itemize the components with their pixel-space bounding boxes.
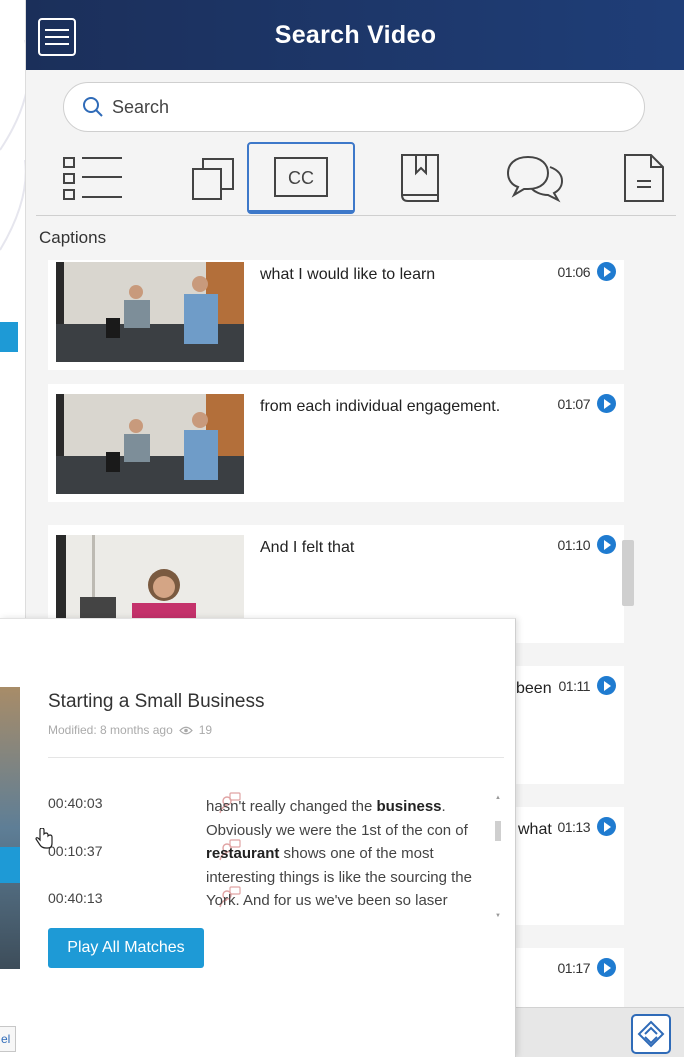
menu-button[interactable]: [38, 18, 76, 56]
chat-icon: [506, 155, 564, 203]
tab-bookmark[interactable]: [366, 142, 474, 214]
caption-text: what: [518, 821, 552, 838]
cc-label: CC: [288, 168, 314, 188]
list-scrollbar[interactable]: [622, 540, 634, 606]
hand-cursor-icon: [35, 828, 53, 849]
caption-time: 01:06: [557, 264, 590, 280]
video-thumbnail: [56, 394, 244, 494]
highlighted-term: restaurant: [206, 845, 280, 862]
tab-captions[interactable]: CC: [247, 142, 355, 214]
document-icon: [624, 154, 664, 202]
hamburger-icon: [45, 29, 69, 31]
video-meta: Modified: 8 months ago 19: [48, 723, 212, 737]
caption-time: 01:11: [558, 678, 591, 694]
play-icon[interactable]: [597, 535, 616, 554]
section-title: Captions: [39, 228, 107, 247]
play-icon[interactable]: [597, 262, 616, 281]
video-title: Starting a Small Business: [48, 691, 265, 712]
tab-list[interactable]: [36, 142, 144, 214]
page-title: Search Video: [274, 20, 437, 49]
video-match-popup: Starting a Small Business Modified: 8 mo…: [0, 618, 516, 1057]
hamburger-icon-line: [45, 36, 69, 38]
transcript-line: interesting things is like the sourcing …: [206, 868, 472, 886]
caption-text: from each individual engagement.: [260, 398, 501, 415]
diamond-logo-icon: [637, 1020, 665, 1048]
play-icon[interactable]: [597, 817, 616, 836]
view-count: 19: [198, 723, 213, 737]
transcript-line: restaurant shows one of the most: [206, 845, 434, 862]
hamburger-icon-line: [45, 43, 69, 45]
match-time[interactable]: 00:10:37: [48, 843, 103, 859]
video-thumbnail: [56, 262, 244, 362]
caption-time: 01:07: [557, 396, 590, 412]
popup-side-tab: [0, 322, 18, 352]
modified-date: Modified: 8 months ago: [48, 723, 173, 737]
eye-icon: [178, 726, 193, 734]
closed-caption-icon: CC: [274, 157, 328, 197]
match-time[interactable]: 00:40:13: [48, 890, 103, 906]
match-time[interactable]: 00:40:03: [48, 795, 103, 811]
play-icon[interactable]: [597, 676, 616, 695]
corner-tab[interactable]: el: [0, 1026, 16, 1052]
caption-row[interactable]: what I would like to learn 01:06: [48, 260, 624, 370]
caption-row[interactable]: from each individual engagement. 01:07: [48, 384, 624, 502]
tab-document[interactable]: [590, 142, 684, 214]
transcript-scrollbar[interactable]: ▲ ▼: [492, 795, 504, 925]
app-logo-button[interactable]: [631, 1014, 671, 1054]
tab-bar: CC: [36, 142, 676, 216]
transcript-line: Obviously we were the 1st of the con of: [206, 821, 468, 839]
play-icon[interactable]: [597, 394, 616, 413]
search-input[interactable]: [112, 96, 592, 118]
scroll-down-arrow[interactable]: ▼: [495, 913, 501, 919]
caption-time: 01:10: [557, 537, 590, 553]
thumbnail-overlay: [0, 847, 20, 883]
tab-comments[interactable]: [481, 142, 589, 214]
scroll-up-arrow[interactable]: ▲: [495, 795, 501, 801]
transcript-line: York. And for us we've been so laser: [206, 892, 448, 909]
caption-text: what I would like to learn: [260, 266, 436, 283]
copy-icon: [192, 158, 234, 200]
highlighted-term: business: [376, 798, 442, 815]
divider: [48, 757, 504, 758]
header-bar: Search Video: [26, 0, 684, 70]
caption-time: 01:13: [557, 819, 590, 835]
bookmark-icon: [401, 154, 439, 202]
play-icon[interactable]: [597, 958, 616, 977]
transcript-line: hasn't really changed the business.: [206, 798, 446, 815]
caption-text: been: [516, 680, 552, 697]
caption-text: And I felt that: [260, 539, 355, 556]
play-all-matches-button[interactable]: Play All Matches: [48, 928, 204, 968]
list-icon: [63, 157, 122, 200]
popup-video-thumbnail: [0, 687, 20, 969]
transcript-text: hasn't really changed the business. Obvi…: [206, 795, 488, 913]
search-box[interactable]: [63, 82, 645, 132]
scroll-thumb[interactable]: [495, 821, 501, 841]
search-icon: [83, 97, 103, 117]
caption-time: 01:17: [557, 960, 590, 976]
